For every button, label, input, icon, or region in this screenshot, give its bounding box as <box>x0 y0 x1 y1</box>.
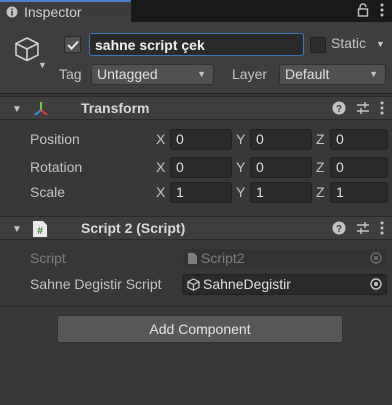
rotation-label: Rotation <box>30 159 83 175</box>
help-icon[interactable]: ? <box>332 101 346 115</box>
foldout-arrow-icon[interactable]: ▼ <box>12 224 22 235</box>
active-checkbox[interactable] <box>64 36 81 53</box>
tag-dropdown[interactable]: Untagged ▼ <box>91 64 214 85</box>
kebab-menu-icon[interactable] <box>380 221 384 235</box>
rotation-x-field[interactable]: 0 <box>170 157 232 178</box>
lock-icon[interactable] <box>357 3 369 17</box>
tab-bar: Inspector <box>0 0 392 22</box>
layer-dropdown[interactable]: Default ▼ <box>279 64 386 85</box>
csharp-script-icon: # <box>32 220 48 238</box>
layer-label: Layer <box>232 66 268 82</box>
add-component-button[interactable]: Add Component <box>57 315 343 343</box>
rotation-z-field[interactable]: 0 <box>330 157 388 178</box>
sahne-degistir-value: SahneDegistir <box>203 276 291 292</box>
scale-label: Scale <box>30 184 66 200</box>
object-picker-icon[interactable] <box>370 278 382 290</box>
help-icon[interactable]: ? <box>332 221 346 235</box>
icon-caret-down-icon[interactable]: ▼ <box>38 60 47 70</box>
axis-y-label: Y <box>236 131 246 147</box>
script-label: Script <box>30 250 66 266</box>
script-reference-value: Script2 <box>201 250 245 266</box>
preset-sliders-icon[interactable] <box>356 221 370 235</box>
script-reference-field: Script2 <box>182 248 387 269</box>
svg-text:#: # <box>37 226 43 237</box>
chevron-down-icon: ▼ <box>197 69 206 79</box>
info-icon <box>6 6 18 18</box>
rotation-y-field[interactable]: 0 <box>250 157 312 178</box>
script-component-header[interactable]: ▼ # Script 2 (Script) ? <box>0 216 392 240</box>
scale-z-field[interactable]: 1 <box>330 182 388 203</box>
checkmark-icon <box>66 40 79 50</box>
foldout-arrow-icon[interactable]: ▼ <box>12 104 22 115</box>
tag-label: Tag <box>59 66 82 82</box>
layer-value: Default <box>285 66 330 82</box>
scale-y-field[interactable]: 1 <box>250 182 312 203</box>
scale-x-field[interactable]: 1 <box>170 182 232 203</box>
position-y-field[interactable]: 0 <box>250 129 312 150</box>
axis-x-label: X <box>156 184 166 200</box>
chevron-down-icon: ▼ <box>369 69 378 79</box>
axis-y-label: Y <box>236 184 246 200</box>
transform-title: Transform <box>81 100 150 116</box>
axis-z-label: Z <box>316 184 325 200</box>
kebab-menu-icon[interactable] <box>380 3 384 17</box>
transform-axes-icon <box>32 100 50 118</box>
sahne-degistir-script-label: Sahne Degistir Script <box>30 276 162 292</box>
static-label: Static <box>331 35 367 51</box>
position-z-field[interactable]: 0 <box>330 129 388 150</box>
tag-value: Untagged <box>97 66 158 82</box>
static-dropdown-caret-icon[interactable]: ▼ <box>376 39 385 49</box>
gameobject-cube-icon[interactable] <box>14 36 40 62</box>
gameobject-header: ▼ Static ▼ Tag Untagged ▼ Layer Default … <box>0 22 392 94</box>
object-picker-icon <box>370 252 382 264</box>
position-x-field[interactable]: 0 <box>170 129 232 150</box>
position-label: Position <box>30 131 80 147</box>
divider <box>0 306 392 307</box>
transform-header[interactable]: ▼ Transform ? <box>0 96 392 120</box>
tab-label: Inspector <box>24 4 82 20</box>
object-name-input[interactable] <box>89 33 304 56</box>
axis-y-label: Y <box>236 159 246 175</box>
gameobject-cube-icon <box>187 278 200 291</box>
svg-text:?: ? <box>336 104 342 115</box>
static-checkbox[interactable] <box>310 37 326 53</box>
axis-z-label: Z <box>316 159 325 175</box>
axis-z-label: Z <box>316 131 325 147</box>
script-file-icon <box>187 252 198 265</box>
kebab-menu-icon[interactable] <box>380 101 384 115</box>
preset-sliders-icon[interactable] <box>356 101 370 115</box>
script-component-title: Script 2 (Script) <box>81 220 186 236</box>
sahne-degistir-script-field[interactable]: SahneDegistir <box>182 274 387 295</box>
svg-text:?: ? <box>336 224 342 235</box>
axis-x-label: X <box>156 159 166 175</box>
axis-x-label: X <box>156 131 166 147</box>
tab-inspector[interactable]: Inspector <box>0 0 131 22</box>
